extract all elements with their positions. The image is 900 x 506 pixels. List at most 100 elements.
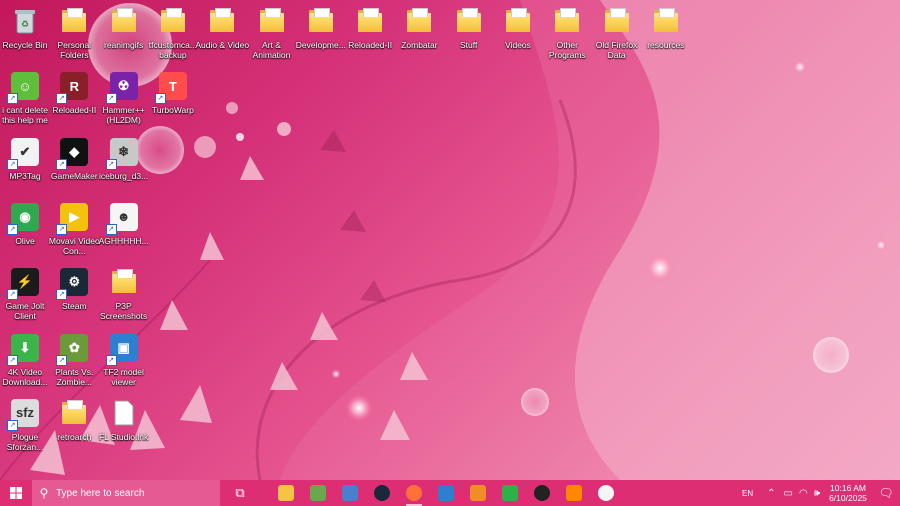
shortcut-arrow-icon: ↗ [56,223,68,235]
shortcut-arrow-icon: ↗ [7,354,18,366]
desktop-icon-label: Olive [15,235,35,246]
battery-icon[interactable]: ▭ [784,488,793,499]
language-indicator[interactable]: EN [742,489,753,498]
folder-icon [551,5,583,37]
desktop-icon-p3p-screenshots[interactable]: P3P Screenshots [98,266,150,328]
desktop-icon-tf2-model-viewer[interactable]: ▣ ↗ TF2 model viewer [98,332,150,394]
shortcut-arrow-icon: ↗ [56,289,68,301]
desktop-icon-label: i cant delete this help me [2,105,48,126]
desktop-icon-label: TurboWarp [151,105,194,116]
firefox-taskbar-button[interactable] [398,480,430,506]
desktop-icon-label: tfcustomca... backup [148,40,197,60]
obs-taskbar-button[interactable] [526,480,558,506]
desktop-icon-4k-video-download[interactable]: ⬇ ↗ 4K Video Download... [0,332,51,394]
desktop-icon-label: Plants Vs. Zombie... [55,366,94,387]
paint-net-icon [342,485,358,501]
desktop-icon-fl-studio-lnk[interactable]: FL Studio.lnk [98,397,150,459]
desktop-icon-movavi-video-con[interactable]: ▶ ↗ Movavi Video Con... [48,201,100,263]
desktop-icon-game-jolt-client[interactable]: ⚡ ↗ Game Jolt Client [0,266,51,328]
fl-studio-taskbar-button[interactable] [462,480,494,506]
desktop-icon-art-animation[interactable]: Art & Animation [246,5,298,67]
desktop-icon-recycle-bin[interactable]: ♻ Recycle Bin [0,5,51,67]
vlc-icon [566,485,582,501]
desktop-icon-plants-vs-zombie[interactable]: ✿ ↗ Plants Vs. Zombie... [48,332,100,394]
chevron-up-icon[interactable]: ⌃ [767,488,775,499]
app-icon: ⬇ ↗ [7,332,41,366]
app-icon: ☺ ↗ [7,70,41,105]
clock-date: 6/10/2025 [829,493,867,503]
desktop-icon-plogue-sforzan[interactable]: sfz ↗ Plogue Sforzan... [0,397,51,459]
desktop-icon-steam[interactable]: ⚙ ↗ Steam [48,266,100,328]
desktop-icon-label: Videos [505,40,531,50]
vlc-taskbar-button[interactable] [558,480,590,506]
desktop-icon-label: Hammer++ (HL2DM) [102,105,145,126]
desktop-icon-label: FL Studio.lnk [98,431,149,442]
desktop-icon-resources[interactable]: resources [640,5,692,67]
desktop-icon-label: GameMaker [50,170,98,181]
start-button[interactable] [0,480,32,506]
desktop-icon-gamemaker[interactable]: ◆ ↗ GameMaker [48,136,100,198]
desktop-icon-other-programs[interactable]: Other Programs [541,5,593,67]
desktop-icon-reanimgifs[interactable]: reanimgifs [98,5,150,67]
tf2-model-viewer-taskbar-button[interactable] [430,480,462,506]
desktop-icon-label: reanimgifs [103,40,144,50]
notification-center-icon[interactable]: 🗨 [872,486,900,500]
folder-icon [58,397,90,429]
desktop-icon-reloaded-ii[interactable]: R ↗ Reloaded-II [48,70,100,132]
app-icon: ▣ ↗ [105,332,140,366]
desktop-icon-mp3tag[interactable]: ✔ ↗ MP3Tag [0,136,51,198]
desktop-icon-olive[interactable]: ◉ ↗ Olive [0,201,51,263]
volume-icon[interactable]: 🕪 [814,488,820,499]
penguin-taskbar-button[interactable] [590,480,622,506]
razer-cortex-icon [502,485,518,501]
taskbar-search-box[interactable]: ⚲ Type here to search [32,480,220,506]
minecraft-taskbar-button[interactable] [302,480,334,506]
app-icon: ◉ ↗ [7,201,41,235]
desktop-icon-label: Plogue Sforzan... [6,431,44,452]
desktop-icon-tfcustomca-backup[interactable]: tfcustomca... backup [147,5,199,67]
app-icon: ⚡ ↗ [7,266,41,301]
fl-studio-icon [470,485,486,501]
desktop-icon-zombatar[interactable]: Zombatar [393,5,445,67]
desktop-icon-label: Old Firefox Data [595,40,638,60]
app-icon: ✿ ↗ [56,332,90,366]
app-icon: ◆ ↗ [56,136,90,170]
recycle-bin-icon: ♻ [9,5,41,37]
desktop-icon-aghhhhh[interactable]: ☻ ↗ AGHHHHH... [98,201,150,263]
task-view-taskbar-button[interactable]: ⧉ [224,480,256,506]
desktop-icon-reloaded-ii[interactable]: Reloaded-II [344,5,396,67]
desktop-icon-turbowarp[interactable]: T ↗ TurboWarp [147,70,199,132]
razer-cortex-taskbar-button[interactable] [494,480,526,506]
shortcut-arrow-icon: ↗ [56,158,68,170]
desktop-icon-i-cant-delete-this-help-me[interactable]: ☺ ↗ i cant delete this help me [0,70,51,132]
desktop-icon-label: 4K Video Download... [2,366,48,387]
search-icon: ⚲ [39,486,49,500]
file-explorer-taskbar-button[interactable] [270,480,302,506]
desktop-icon-label: Reloaded-II [52,105,97,116]
desktop-icon-label: Reloaded-II [348,40,393,50]
desktop-icon-iceburg-d3[interactable]: ❄ ↗ iceburg_d3... [98,136,150,198]
desktop-icon-personal-folders[interactable]: Personal Folders [48,5,100,67]
app-icon: ☢ ↗ [105,70,140,105]
windows-logo-icon [10,487,22,499]
desktop-icon-hammer-hl2dm[interactable]: ☢ ↗ Hammer++ (HL2DM) [98,70,150,132]
desktop-icon-videos[interactable]: Videos [492,5,544,67]
app-icon: R ↗ [56,70,90,105]
desktop-icon-label: Steam [62,301,87,312]
clock[interactable]: 10:16 AM 6/10/2025 [824,483,872,503]
app-icon: T ↗ [154,70,189,105]
app-icon: ✔ ↗ [7,136,41,170]
steam-taskbar-button[interactable] [366,480,398,506]
paint-net-taskbar-button[interactable] [334,480,366,506]
desktop-icon-label: Zombatar [401,40,438,50]
desktop-icon-retroarch[interactable]: retroarch [48,397,100,459]
desktop-icon-old-firefox-data[interactable]: Old Firefox Data [591,5,643,67]
shortcut-arrow-icon: ↗ [7,158,18,170]
wifi-icon[interactable]: ◠ [799,488,808,499]
desktop-icon-label: MP3Tag [9,170,41,181]
desktop-icon-stuff[interactable]: Stuff [443,5,495,67]
desktop-icon-label: AGHHHHH... [98,235,149,246]
folder-icon [354,5,386,37]
desktop-icon-audio-video[interactable]: Audio & Video [195,5,249,67]
desktop-icon-developme[interactable]: Developme... [295,5,347,67]
